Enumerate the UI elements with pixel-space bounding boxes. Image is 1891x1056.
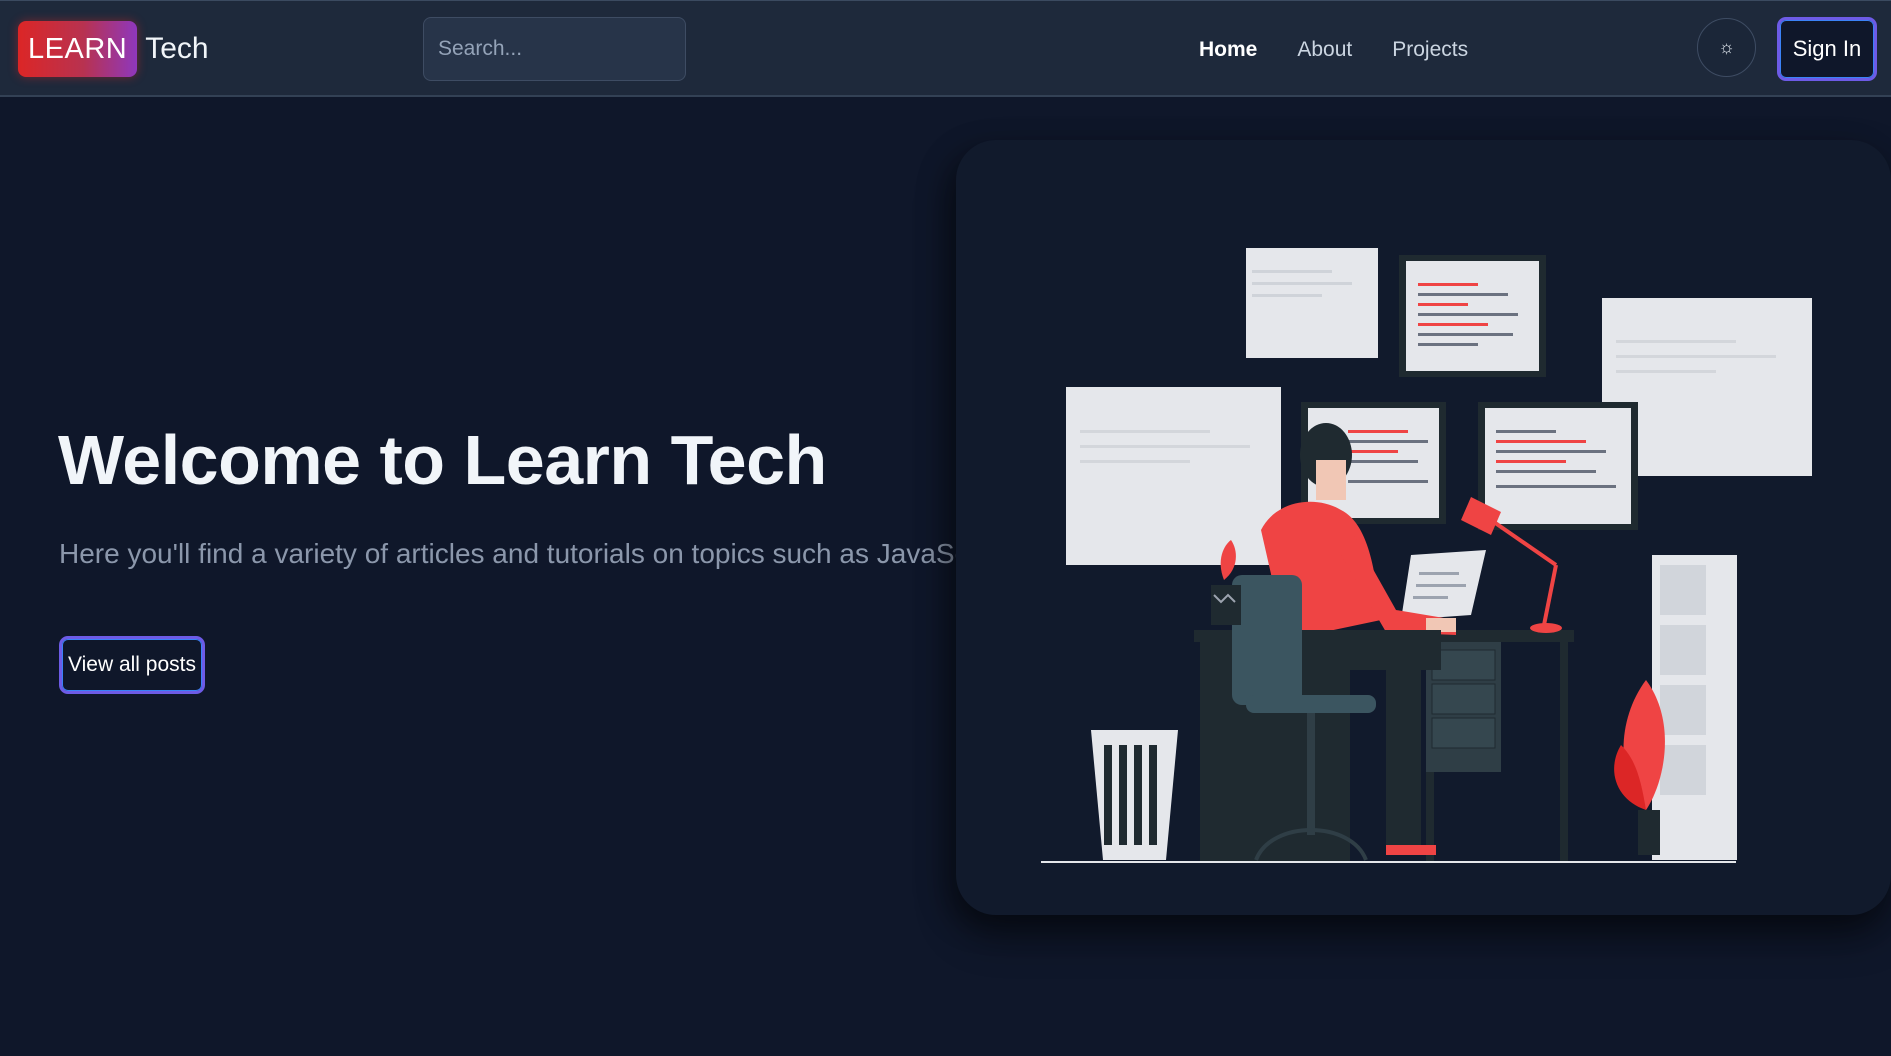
theme-toggle-button[interactable]: ☼ [1697, 18, 1756, 77]
code-window [1246, 248, 1378, 358]
hero-subtitle: Here you'll find a variety of articles a… [59, 538, 1023, 570]
code-window [1399, 255, 1546, 377]
nav-link-about[interactable]: About [1297, 38, 1352, 62]
brand-logo-learn: LEARN [18, 21, 138, 77]
laptop [1401, 550, 1486, 620]
hero-illustration-card [956, 140, 1891, 915]
main-menu: Home About Projects [1199, 1, 1508, 98]
developer-desk-illustration [1041, 248, 1812, 863]
trash-bin [1091, 730, 1178, 860]
nav-link-projects[interactable]: Projects [1392, 38, 1468, 62]
code-window [1066, 387, 1281, 565]
search-input[interactable] [438, 37, 709, 61]
search-box [423, 17, 709, 81]
bookshelf [1652, 555, 1737, 860]
sun-icon: ☼ [1718, 37, 1735, 57]
navbar: LEARN Tech Home About Projects ☼ Sign In [0, 0, 1891, 97]
brand-logo-tech: Tech [145, 32, 209, 65]
nav-link-home[interactable]: Home [1199, 38, 1257, 62]
hero-subtitle-text: Here you'll find a variety of articles a… [59, 538, 1016, 569]
code-window [1478, 402, 1638, 530]
view-all-posts-button[interactable]: View all posts [59, 636, 205, 694]
brand-logo[interactable]: LEARN Tech [18, 21, 209, 77]
potted-plant [1614, 680, 1665, 855]
hero-title: Welcome to Learn Tech [58, 421, 827, 499]
sign-in-button[interactable]: Sign In [1777, 17, 1877, 81]
